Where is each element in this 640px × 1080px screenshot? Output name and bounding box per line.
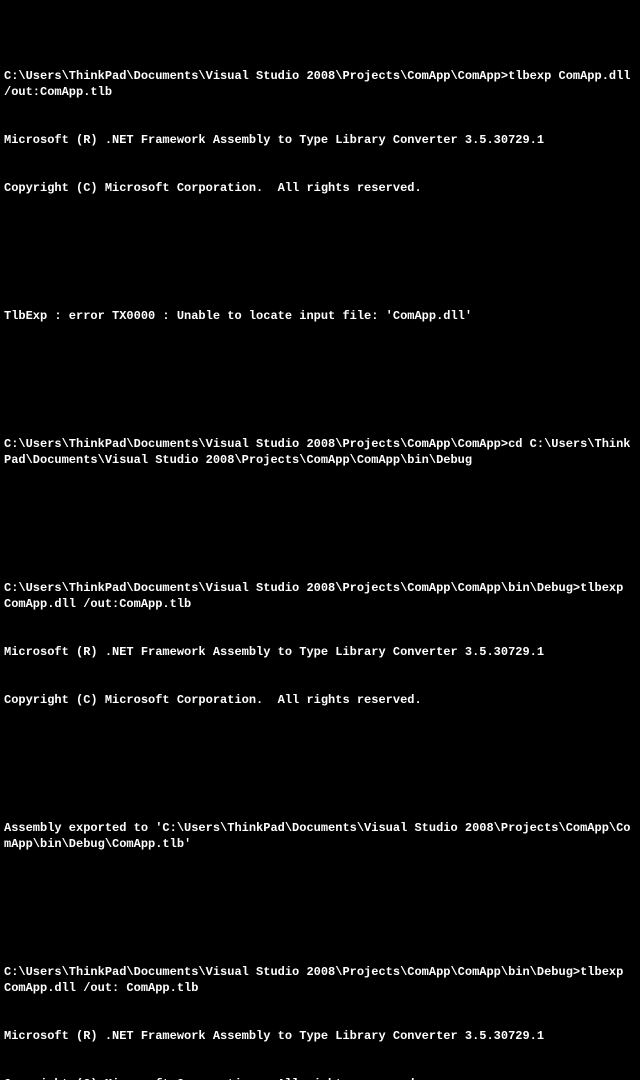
prompt-line: C:\Users\ThinkPad\Documents\Visual Studi… <box>4 436 636 468</box>
command-block: C:\Users\ThinkPad\Documents\Visual Studi… <box>4 548 636 740</box>
prompt-line: C:\Users\ThinkPad\Documents\Visual Studi… <box>4 580 636 612</box>
output-block: Assembly exported to 'C:\Users\ThinkPad\… <box>4 788 636 884</box>
prompt-line: C:\Users\ThinkPad\Documents\Visual Studi… <box>4 68 636 100</box>
error-line: TlbExp : error TX0000 : Unable to locate… <box>4 308 636 324</box>
prompt-line: C:\Users\ThinkPad\Documents\Visual Studi… <box>4 964 636 996</box>
command-block: C:\Users\ThinkPad\Documents\Visual Studi… <box>4 932 636 1080</box>
command-block: C:\Users\ThinkPad\Documents\Visual Studi… <box>4 404 636 500</box>
command-block: C:\Users\ThinkPad\Documents\Visual Studi… <box>4 36 636 228</box>
output-line: Assembly exported to 'C:\Users\ThinkPad\… <box>4 820 636 852</box>
error-block: TlbExp : error TX0000 : Unable to locate… <box>4 276 636 356</box>
output-line: Microsoft (R) .NET Framework Assembly to… <box>4 1028 636 1044</box>
output-line: Copyright (C) Microsoft Corporation. All… <box>4 1076 636 1080</box>
output-line: Copyright (C) Microsoft Corporation. All… <box>4 180 636 196</box>
terminal-output: C:\Users\ThinkPad\Documents\Visual Studi… <box>4 4 636 1080</box>
output-line: Microsoft (R) .NET Framework Assembly to… <box>4 132 636 148</box>
output-line: Copyright (C) Microsoft Corporation. All… <box>4 692 636 708</box>
output-line: Microsoft (R) .NET Framework Assembly to… <box>4 644 636 660</box>
